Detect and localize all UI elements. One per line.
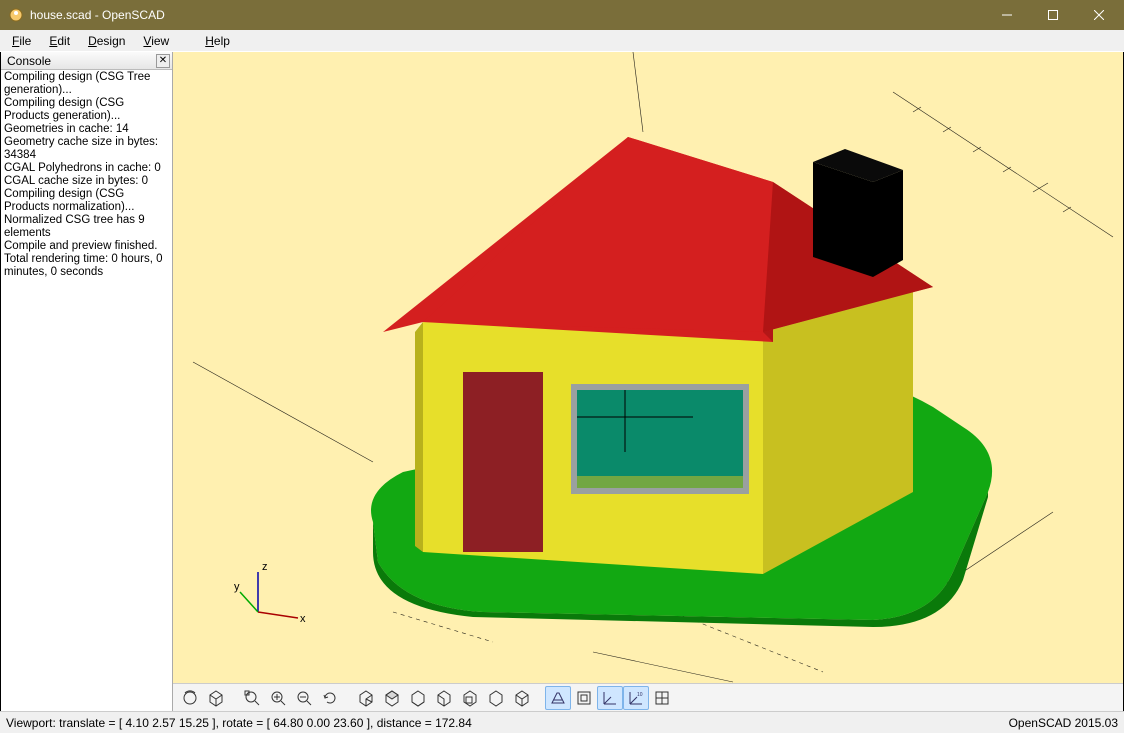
view-top-icon[interactable] — [379, 686, 405, 710]
door — [463, 372, 543, 552]
console-line: Compiling design (CSG Products normaliza… — [4, 188, 169, 214]
svg-text:z: z — [262, 561, 268, 573]
maximize-button[interactable] — [1030, 0, 1076, 30]
status-bar: Viewport: translate = [ 4.10 2.57 15.25 … — [0, 711, 1124, 733]
svg-text:y: y — [234, 581, 240, 593]
zoom-all-icon[interactable] — [239, 686, 265, 710]
console-line: CGAL cache size in bytes: 0 — [4, 175, 169, 188]
menu-help[interactable]: Help — [197, 32, 238, 50]
view-right-icon[interactable] — [353, 686, 379, 710]
menu-file[interactable]: File — [4, 32, 39, 50]
title-bar: house.scad - OpenSCAD — [0, 0, 1124, 30]
view-diagonal-icon[interactable] — [509, 686, 535, 710]
console-line: Total rendering time: 0 hours, 0 minutes… — [4, 253, 169, 279]
preview-icon[interactable] — [177, 686, 203, 710]
crosshair-icon[interactable] — [649, 686, 675, 710]
chimney — [813, 149, 903, 277]
render-icon[interactable] — [203, 686, 229, 710]
viewport-3d[interactable]: z x y 10 — [173, 52, 1123, 711]
console-title: Console — [7, 54, 51, 68]
window-title: house.scad - OpenSCAD — [30, 8, 984, 22]
view-back-icon[interactable] — [483, 686, 509, 710]
orthogonal-icon[interactable] — [571, 686, 597, 710]
status-left: Viewport: translate = [ 4.10 2.57 15.25 … — [6, 716, 472, 730]
status-right: OpenSCAD 2015.03 — [1009, 716, 1118, 730]
menu-view[interactable]: View — [135, 32, 177, 50]
menu-bar: File Edit Design View Help — [0, 30, 1124, 52]
axes-scale-icon[interactable]: 10 — [623, 686, 649, 710]
close-button[interactable] — [1076, 0, 1122, 30]
view-front-icon[interactable] — [457, 686, 483, 710]
console-line: Geometry cache size in bytes: 34384 — [4, 136, 169, 162]
svg-text:x: x — [300, 613, 306, 625]
view-bottom-icon[interactable] — [405, 686, 431, 710]
view-toolbar: 10 — [173, 683, 1123, 711]
menu-edit[interactable]: Edit — [41, 32, 78, 50]
app-icon — [8, 7, 24, 23]
perspective-icon[interactable] — [545, 686, 571, 710]
scene-render: z x y — [173, 52, 1123, 683]
console-line: CGAL Polyhedrons in cache: 0 — [4, 162, 169, 175]
minimize-button[interactable] — [984, 0, 1030, 30]
console-header: Console ✕ — [1, 52, 172, 70]
console-body: Compiling design (CSG Tree generation)..… — [1, 70, 172, 711]
console-panel: Console ✕ Compiling design (CSG Tree gen… — [1, 52, 173, 711]
svg-text:10: 10 — [637, 692, 643, 698]
zoom-in-icon[interactable] — [265, 686, 291, 710]
zoom-out-icon[interactable] — [291, 686, 317, 710]
console-line: Compiling design (CSG Tree generation)..… — [4, 71, 169, 97]
console-line: Compiling design (CSG Products generatio… — [4, 97, 169, 123]
console-line: Geometries in cache: 14 — [4, 123, 169, 136]
console-close-button[interactable]: ✕ — [156, 54, 170, 68]
main-area: Console ✕ Compiling design (CSG Tree gen… — [0, 52, 1124, 711]
menu-design[interactable]: Design — [80, 32, 133, 50]
console-line: Compile and preview finished. — [4, 240, 169, 253]
axes-icon[interactable] — [597, 686, 623, 710]
window — [571, 384, 749, 494]
console-line: Normalized CSG tree has 9 elements — [4, 214, 169, 240]
reset-view-icon[interactable] — [317, 686, 343, 710]
view-left-icon[interactable] — [431, 686, 457, 710]
